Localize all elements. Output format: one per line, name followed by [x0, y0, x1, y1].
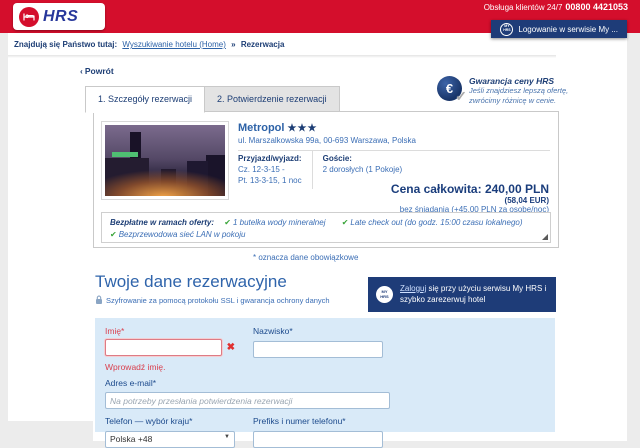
checkin-label: Przyjazd/wyjazd:	[238, 154, 302, 163]
breadcrumb-separator-icon: »	[231, 40, 236, 49]
hrs-logo[interactable]: HRS	[13, 3, 105, 30]
resize-handle-icon[interactable]	[542, 234, 548, 240]
hrs-logo-text: HRS	[43, 7, 79, 25]
free-offer-item: ✔ Bezprzewodowa sieć LAN w pokoju	[110, 230, 246, 239]
ssl-note: Szyfrowanie za pomocą protokołu SSL i gw…	[95, 295, 330, 305]
last-name-field: Nazwisko*	[253, 326, 383, 358]
myhrs-promo-banner[interactable]: MY HRS Zaloguj się przy użyciu serwisu My…	[368, 277, 556, 312]
myhrs-promo-text: Zaloguj się przy użyciu serwisu My HRS i…	[400, 283, 547, 304]
guarantee-line1: Jeśli znajdziesz lepszą ofertę,	[469, 86, 569, 95]
first-name-label: Imię*	[105, 326, 125, 336]
total-price: Cena całkowita: 240,00 PLN	[390, 182, 549, 196]
checkin-date-1: Cz. 12-3-15 -	[238, 164, 285, 174]
myhrs-icon: MY HRS	[500, 22, 514, 36]
phone-number-field: Prefiks i numer telefonu*	[253, 416, 383, 448]
free-offers-title: Bezpłatne w ramach oferty:	[110, 218, 215, 227]
tab-reservation-details[interactable]: 1. Szczegóły rezerwacji	[85, 86, 206, 113]
booking-form: Imię* ✖ Nazwisko* Wprowadź imię. Adres e…	[95, 318, 555, 448]
lock-icon	[96, 295, 102, 304]
support-label: Obsługa klientów 24/7	[483, 3, 563, 12]
chevron-left-icon: ‹	[80, 66, 83, 76]
myhrs-login-link[interactable]: Zaloguj	[400, 284, 426, 293]
support-phone: Obsługa klientów 24/7 00800 4421053	[484, 2, 628, 12]
first-name-error: Wprowadź imię.	[105, 361, 166, 372]
free-offer-item: ✔ Late check out (do godz. 15:00 czasu lo…	[341, 218, 523, 227]
phone-country-select[interactable]: Polska +48	[105, 430, 235, 448]
myhrs-login-button[interactable]: MY HRS Logowanie w serwisie My ...	[491, 20, 627, 38]
back-link-label: Powrót	[84, 66, 114, 76]
last-name-label: Nazwisko*	[253, 326, 293, 336]
hotel-info: Metropol ★★★ ul. Marszalkowska 99a, 00-6…	[238, 122, 550, 190]
hotel-address: ul. Marszalkowska 99a, 00-693 Warszawa, …	[238, 136, 416, 145]
required-fields-note: * oznacza dane obowiązkowe	[253, 253, 359, 262]
email-input[interactable]	[105, 392, 390, 409]
myhrs-icon: MY HRS	[376, 286, 393, 303]
guarantee-title: Gwarancja ceny HRS	[469, 76, 555, 86]
price-block: Cena całkowita: 240,00 PLN (58,04 EUR) b…	[391, 182, 549, 214]
back-link[interactable]: ‹ Powrót	[80, 66, 114, 76]
price-guarantee: € ✓ Gwarancja ceny HRS Jeśli znajdziesz …	[437, 76, 568, 106]
email-field: Adres e-mail*	[105, 377, 390, 409]
city-skyline-graphic	[105, 125, 225, 196]
total-price-eur: (58,04 EUR)	[504, 196, 549, 205]
checkin-date-2: Pt. 13-3-15, 1 noc	[238, 175, 302, 185]
phone-country-label: Telefon — wybór kraju*	[105, 416, 193, 426]
first-name-field: Imię* ✖	[105, 326, 235, 358]
hotel-photo	[101, 121, 229, 200]
hotel-summary-panel: Metropol ★★★ ul. Marszalkowska 99a, 00-6…	[93, 111, 559, 248]
phone-country-field: Telefon — wybór kraju* Polska +48 ▼	[105, 416, 235, 448]
check-icon: ✔	[341, 218, 349, 227]
page-title: Twoje dane rezerwacyjne	[95, 272, 287, 291]
login-button-label: Logowanie w serwisie My ...	[518, 24, 618, 34]
guarantee-line2: zwrócimy różnicę w cenie.	[469, 96, 557, 106]
phone-number-label: Prefiks i numer telefonu*	[253, 416, 346, 426]
support-number: 00800 4421053	[565, 2, 628, 12]
breadcrumb-current: Rezerwacja	[240, 40, 285, 49]
hotel-name: Metropol ★★★	[238, 122, 318, 134]
star-rating: ★★★	[287, 123, 318, 134]
error-x-icon: ✖	[226, 342, 235, 353]
check-icon: ✔	[110, 230, 117, 239]
check-icon: ✔	[224, 218, 231, 227]
email-label: Adres e-mail*	[105, 377, 157, 388]
free-offers-box: Bezpłatne w ramach oferty: ✔ 1 butelka wo…	[101, 212, 551, 243]
guests-label: Goście:	[322, 154, 352, 163]
free-offer-item: ✔ 1 butelka wody mineralnej	[224, 218, 326, 227]
guarantee-check-icon: ✓	[455, 88, 467, 104]
last-name-input[interactable]	[253, 340, 383, 358]
bed-icon	[19, 6, 39, 27]
phone-number-input[interactable]	[253, 430, 383, 448]
breadcrumb: Znajdują się Państwo tutaj: Wyszukiwanie…	[14, 40, 284, 49]
tab-reservation-confirmation[interactable]: 2. Potwierdzenie rezerwacji	[205, 86, 340, 113]
step-tabs: 1. Szczegóły rezerwacji 2. Potwierdzenie…	[85, 86, 340, 113]
guests-value: 2 dorosłych (1 Pokoje)	[322, 164, 403, 174]
content-divider	[8, 55, 556, 58]
euro-guarantee-icon: € ✓	[437, 76, 467, 104]
first-name-input[interactable]	[105, 339, 222, 356]
breadcrumb-home-link[interactable]: Wyszukiwanie hotelu (Home)	[122, 40, 226, 49]
breadcrumb-prefix: Znajdują się Państwo tutaj:	[14, 40, 118, 49]
